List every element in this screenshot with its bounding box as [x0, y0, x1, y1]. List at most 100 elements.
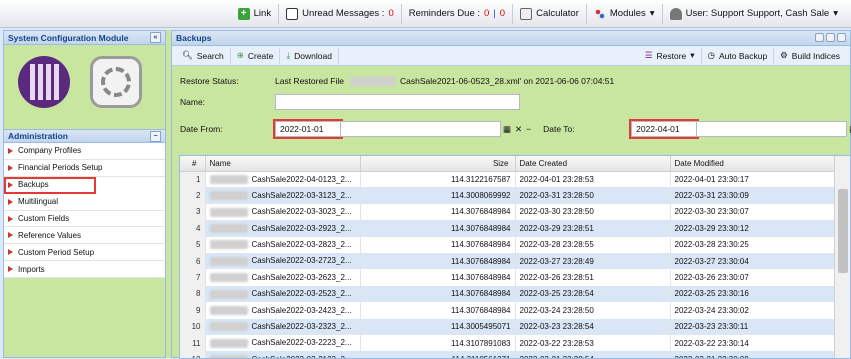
date-to-input[interactable]: 2022-04-01 [629, 119, 700, 139]
redacted-block [209, 207, 248, 217]
row-number: 8 [180, 285, 206, 303]
row-created: 2022-03-31 23:28:50 [515, 187, 671, 204]
table-row[interactable]: 5 CashSale2022-03-2823_2... 114.3076848984… [180, 236, 850, 253]
panel-tools [815, 33, 846, 43]
build-indices-button[interactable]: ⚙ Build Indices [774, 48, 846, 64]
gear-icon[interactable] [815, 33, 824, 42]
modules-icon [593, 7, 606, 20]
table-row[interactable]: 3 CashSale2022-03-3023_2... 114.3076848984… [180, 203, 850, 221]
col-size[interactable]: Size [360, 156, 516, 172]
name-label: Name: [180, 97, 206, 107]
create-button[interactable]: ⊕ Create [231, 47, 281, 64]
restore-button[interactable]: ☰ Restore ▾ [639, 47, 702, 64]
name-input[interactable] [275, 94, 520, 110]
menu-item-custom-period-setup[interactable]: Custom Period Setup [4, 244, 165, 262]
date-from-input[interactable]: 2022-01-01 [273, 119, 343, 139]
minus-icon[interactable]: − [526, 124, 531, 134]
menu-item-financial-periods[interactable]: Financial Periods Setup [4, 159, 165, 177]
col-name[interactable]: Name [205, 156, 361, 172]
table-row[interactable]: 7 CashSale2022-03-2623_2... 114.3076848984… [180, 269, 850, 286]
clear-icon[interactable]: ✕ [515, 124, 522, 135]
grid-scrollbar[interactable] [834, 156, 850, 358]
reminders-button[interactable]: Reminders Due : 0 | 0 [400, 3, 512, 24]
calculator-button[interactable]: Calculator [512, 3, 586, 24]
search-button[interactable]: 🔍︎ Search [176, 47, 231, 64]
modules-label: Modules [609, 8, 646, 19]
download-icon: ⤓ [286, 50, 291, 60]
arrow-right-icon [8, 181, 13, 188]
auto-backup-button[interactable]: ◷ Auto Backup [702, 47, 775, 64]
table-row[interactable]: 8 CashSale2022-03-2523_2... 114.3076848984… [180, 285, 850, 303]
module-title: System Configuration Module [8, 32, 129, 43]
menu-item-company-profiles[interactable]: Company Profiles [4, 143, 165, 160]
col-modified[interactable]: Date Modified [670, 156, 850, 172]
collapse-section-icon[interactable]: − [150, 130, 161, 142]
mail-icon [286, 7, 299, 20]
redacted-block [349, 76, 396, 86]
calendar-icon[interactable]: ▦ [503, 124, 511, 135]
administration-header[interactable]: Administration − [4, 129, 165, 143]
menu-item-reference-values[interactable]: Reference Values [4, 227, 165, 245]
arrow-right-icon [8, 232, 13, 239]
refresh-icon[interactable] [826, 33, 835, 42]
row-name-text: CashSale2022-03-3123_2... [251, 190, 352, 200]
table-row[interactable]: 11 CashSale2022-03-2223_2... 114.310789108… [180, 334, 850, 352]
backups-toolbar: 🔍︎ Search ⊕ Create ⤓ Download ☰ Restore ▾ ◷ Au… [172, 46, 850, 66]
menu-item-label: Reference Values [18, 230, 81, 240]
redacted-block [209, 191, 248, 201]
row-name-text: CashSale2022-04-0123_2... [251, 174, 352, 184]
row-modified: 2022-03-23 23:30:11 [670, 318, 850, 335]
table-row[interactable]: 9 CashSale2022-03-2423_2... 114.3076848984… [180, 302, 850, 319]
date-to-input-rest[interactable] [697, 121, 848, 137]
redacted-block [209, 355, 248, 358]
row-size: 114.3076848984 [360, 302, 516, 319]
row-created: 2022-03-27 23:28:49 [515, 252, 671, 270]
help-icon[interactable] [837, 33, 846, 42]
row-name: CashSale2022-03-2323_2... [205, 318, 361, 335]
name-row: Name: [180, 94, 520, 110]
module-header: System Configuration Module « [4, 31, 165, 45]
menu-item-custom-fields[interactable]: Custom Fields [4, 210, 165, 228]
row-size: 114.3076848984 [360, 252, 516, 270]
table-row[interactable]: 10 CashSale2022-03-2323_2... 114.300549507… [180, 318, 850, 335]
unread-count: 0 [388, 8, 394, 19]
scrollbar-thumb[interactable] [838, 189, 848, 273]
row-created: 2022-03-24 23:28:50 [515, 302, 671, 319]
arrow-right-icon [8, 266, 13, 273]
table-row[interactable]: 6 CashSale2022-03-2723_2... 114.3076848984… [180, 252, 850, 270]
user-label: User: Support Support, Cash Sale [685, 8, 830, 19]
settings-gear-icon[interactable] [90, 56, 142, 108]
clock-icon: ◷ [707, 50, 715, 60]
menu-item-backups[interactable]: Backups [4, 176, 96, 194]
build-icon: ⚙ [780, 50, 788, 60]
date-from-input-rest[interactable] [341, 121, 501, 137]
table-row[interactable]: 1 CashSale2022-04-0123_2... 114.3122167587… [180, 171, 850, 188]
row-number: 4 [180, 220, 206, 237]
row-number: 1 [180, 171, 206, 188]
download-button[interactable]: ⤓ Download [280, 47, 339, 64]
menu-item-imports[interactable]: Imports [4, 261, 165, 279]
restore-status-prefix: Last Restored File [275, 76, 344, 86]
user-menu-button[interactable]: User: Support Support, Cash Sale ▾ [661, 3, 845, 24]
unread-messages-button[interactable]: Unread Messages : 0 [278, 3, 401, 24]
modules-button[interactable]: Modules ▾ [585, 3, 662, 24]
redacted-block [209, 338, 248, 348]
col-num[interactable]: # [180, 156, 206, 172]
admin-menu: Company Profiles Financial Periods Setup… [4, 143, 165, 279]
link-button[interactable]: + Link [231, 4, 278, 24]
search-icon: 🔍︎ [182, 50, 193, 60]
unread-label: Unread Messages : [302, 8, 385, 19]
app-logo [18, 56, 70, 108]
row-modified: 2022-03-28 23:30:25 [670, 236, 850, 253]
table-row[interactable]: 2 CashSale2022-03-3123_2... 114.3008069992… [180, 187, 850, 204]
redacted-block [209, 306, 248, 316]
menu-item-label: Custom Fields [18, 214, 70, 223]
create-icon: ⊕ [236, 50, 244, 60]
row-name-text: CashSale2022-03-2623_2... [251, 272, 352, 282]
row-modified: 2022-04-01 23:30:17 [670, 171, 850, 188]
menu-item-multilingual[interactable]: Multilingual [4, 193, 165, 211]
table-row[interactable]: 4 CashSale2022-03-2923_2... 114.3076848984… [180, 220, 850, 237]
col-created[interactable]: Date Created [515, 156, 671, 172]
date-from-row: Date From: 2022-01-01 ▦ ✕ − Date To: 202… [180, 119, 851, 139]
collapse-left-icon[interactable]: « [150, 32, 161, 43]
